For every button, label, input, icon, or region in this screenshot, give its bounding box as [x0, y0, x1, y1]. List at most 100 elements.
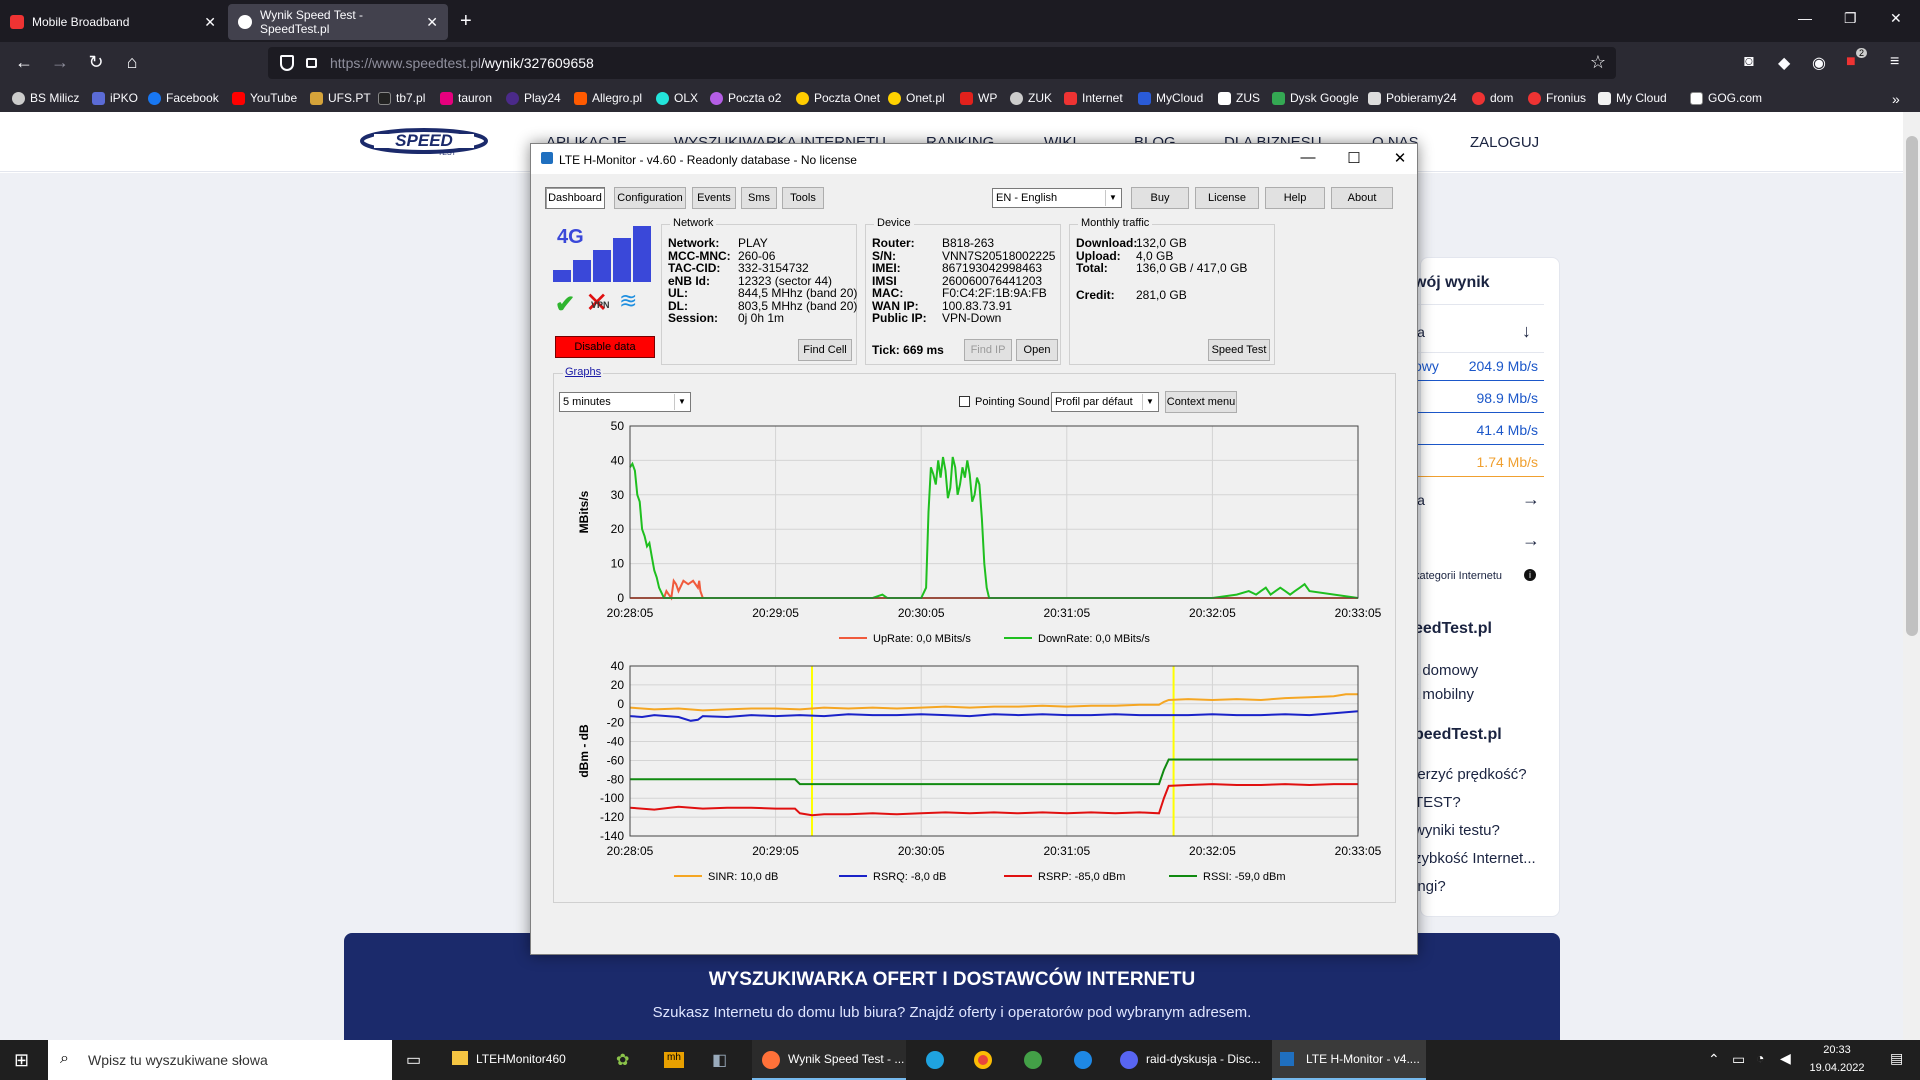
chevron-down-icon[interactable]: ↓ [1522, 321, 1531, 342]
disable-data-button[interactable]: Disable data [555, 336, 655, 358]
clock-time[interactable]: 20:33 [1808, 1044, 1866, 1056]
arrow-right-icon[interactable]: → [1522, 489, 1540, 510]
find-cell-button[interactable]: Find Cell [798, 339, 852, 361]
extension-icon[interactable]: ◆ [1778, 53, 1790, 73]
tab-dashboard[interactable]: Dashboard [545, 187, 605, 209]
chevron-down-icon[interactable]: ▼ [1105, 190, 1120, 206]
tab-configuration[interactable]: Configuration [614, 187, 686, 209]
scroll-thumb[interactable] [1906, 136, 1918, 636]
chrome-icon[interactable] [974, 1051, 992, 1069]
close-icon[interactable]: ✕ [426, 14, 438, 31]
tab-speedtest[interactable]: Wynik Speed Test - SpeedTest.pl ✕ [228, 4, 448, 40]
graphs-tab-link[interactable]: Graphs [563, 366, 604, 378]
arrow-right-icon[interactable]: → [1522, 530, 1540, 551]
close-window-icon[interactable]: ✕ [1890, 10, 1902, 27]
close-icon[interactable]: ✕ [1377, 149, 1423, 167]
reload-icon[interactable]: ↻ [84, 52, 108, 73]
bookmark-item[interactable]: BS Milicz [12, 91, 79, 105]
bookmark-item[interactable]: tb7.pl [378, 91, 425, 105]
speedtest-logo[interactable]: SPEED TEST [358, 126, 490, 156]
faq-item[interactable]: zybkość Internet... [1414, 850, 1536, 867]
chevron-up-icon[interactable]: ⌃ [1708, 1051, 1720, 1068]
addon-icon[interactable]: ■ [1846, 53, 1856, 71]
bookmark-item[interactable]: Pobieramy24 [1368, 91, 1457, 105]
license-button[interactable]: License [1195, 187, 1259, 209]
bookmark-item[interactable]: dom [1472, 91, 1513, 105]
bookmark-item[interactable]: Allegro.pl [574, 91, 642, 105]
taskbar-app-lte[interactable]: LTE H-Monitor - v4.... [1272, 1040, 1426, 1080]
bookmark-item[interactable]: YouTube [232, 91, 297, 105]
link-text[interactable]: t domowy [1414, 662, 1478, 679]
bookmark-item[interactable]: OLX [656, 91, 698, 105]
bookmark-item[interactable]: Internet [1064, 91, 1123, 105]
bookmark-item[interactable]: UFS.PT [310, 91, 371, 105]
tab-events[interactable]: Events [692, 187, 736, 209]
link-text[interactable]: t mobilny [1414, 686, 1474, 703]
faq-item[interactable]: TEST? [1414, 794, 1461, 811]
pointing-sound-checkbox[interactable] [959, 396, 970, 407]
tab-tools[interactable]: Tools [782, 187, 824, 209]
pocket-icon[interactable]: ◙ [1744, 53, 1754, 71]
taskbar-app-firefox[interactable]: Wynik Speed Test - ... [752, 1040, 906, 1080]
page-scrollbar[interactable] [1903, 112, 1920, 1040]
home-icon[interactable]: ⌂ [120, 52, 144, 73]
shield-icon[interactable] [280, 55, 294, 71]
language-select[interactable]: EN - English ▼ [992, 188, 1122, 208]
buy-button[interactable]: Buy [1131, 187, 1189, 209]
bookmark-item[interactable]: Play24 [506, 91, 561, 105]
about-button[interactable]: About [1331, 187, 1393, 209]
profile-select[interactable]: Profil par défaut ▼ [1051, 392, 1159, 412]
help-button[interactable]: Help [1265, 187, 1325, 209]
info-icon[interactable]: i [1524, 569, 1536, 581]
bookmark-item[interactable]: Onet.pl [888, 91, 945, 105]
bookmark-item[interactable]: Dysk Google [1272, 91, 1359, 105]
bookmark-item[interactable]: Fronius [1528, 91, 1586, 105]
forward-icon[interactable]: → [48, 52, 72, 73]
url-bar[interactable]: https://www.speedtest.pl/wynik/327609658… [268, 47, 1616, 79]
time-range-select[interactable]: 5 minutes ▼ [559, 392, 691, 412]
window-titlebar[interactable]: LTE H-Monitor - v4.60 - Readonly databas… [531, 144, 1417, 174]
taskbar-app-discord[interactable]: raid-dyskusja - Disc... [1112, 1040, 1266, 1080]
bookmark-item[interactable]: My Cloud [1598, 91, 1667, 105]
chevron-down-icon[interactable]: ▼ [1142, 394, 1157, 410]
tab-sms[interactable]: Sms [741, 187, 777, 209]
task-view-icon[interactable]: ▭ [406, 1050, 421, 1070]
clock-date[interactable]: 19.04.2022 [1808, 1062, 1866, 1074]
windows-start-icon[interactable]: ⊞ [14, 1050, 29, 1071]
bookmark-item[interactable]: MyCloud [1138, 91, 1203, 105]
lock-icon[interactable] [306, 58, 317, 68]
context-menu-button[interactable]: Context menu [1165, 391, 1237, 413]
bookmark-star-icon[interactable]: ☆ [1590, 52, 1606, 73]
url-text[interactable]: https://www.speedtest.pl/wynik/327609658 [330, 55, 594, 71]
bookmark-item[interactable]: tauron [440, 91, 492, 105]
bookmark-item[interactable]: ZUK [1010, 91, 1052, 105]
bookmark-item[interactable]: Poczta Onet [796, 91, 880, 105]
minimize-icon[interactable]: — [1798, 10, 1812, 26]
new-tab-button[interactable]: + [460, 10, 472, 33]
taskbar-app[interactable]: LTEHMonitor460 [440, 1040, 572, 1080]
open-button[interactable]: Open [1016, 339, 1058, 361]
taskbar-search[interactable]: ⌕ Wpisz tu wyszukiwane słowa [48, 1040, 392, 1080]
mh-icon[interactable]: mh [664, 1052, 684, 1068]
bookmark-item[interactable]: WP [960, 91, 997, 105]
faq-item[interactable]: ingi? [1414, 878, 1446, 895]
bookmark-item[interactable]: iPKO [92, 91, 138, 105]
close-icon[interactable]: ✕ [204, 14, 216, 31]
chevron-down-icon[interactable]: ▼ [674, 394, 689, 410]
restore-icon[interactable]: ❐ [1844, 10, 1857, 27]
media-player-icon[interactable] [1074, 1051, 1092, 1069]
faq-item[interactable]: wyniki testu? [1414, 822, 1500, 839]
volume-icon[interactable]: ◀ [1780, 1050, 1791, 1067]
app-icon[interactable] [1024, 1051, 1042, 1069]
bookmark-item[interactable]: GOG.com [1690, 91, 1762, 105]
faq-item[interactable]: ierzyć prędkość? [1414, 766, 1527, 783]
minimize-icon[interactable]: — [1285, 149, 1331, 166]
notifications-icon[interactable]: ▤ [1890, 1050, 1903, 1067]
maximize-icon[interactable]: ☐ [1331, 149, 1377, 167]
app-icon[interactable]: ◧ [712, 1050, 727, 1070]
nav-zaloguj[interactable]: ZALOGUJ [1470, 134, 1539, 151]
more-bookmarks-icon[interactable]: » [1892, 91, 1900, 107]
app-icon[interactable]: ✿ [616, 1050, 629, 1070]
bookmark-item[interactable]: Poczta o2 [710, 91, 781, 105]
bookmark-item[interactable]: ZUS [1218, 91, 1260, 105]
